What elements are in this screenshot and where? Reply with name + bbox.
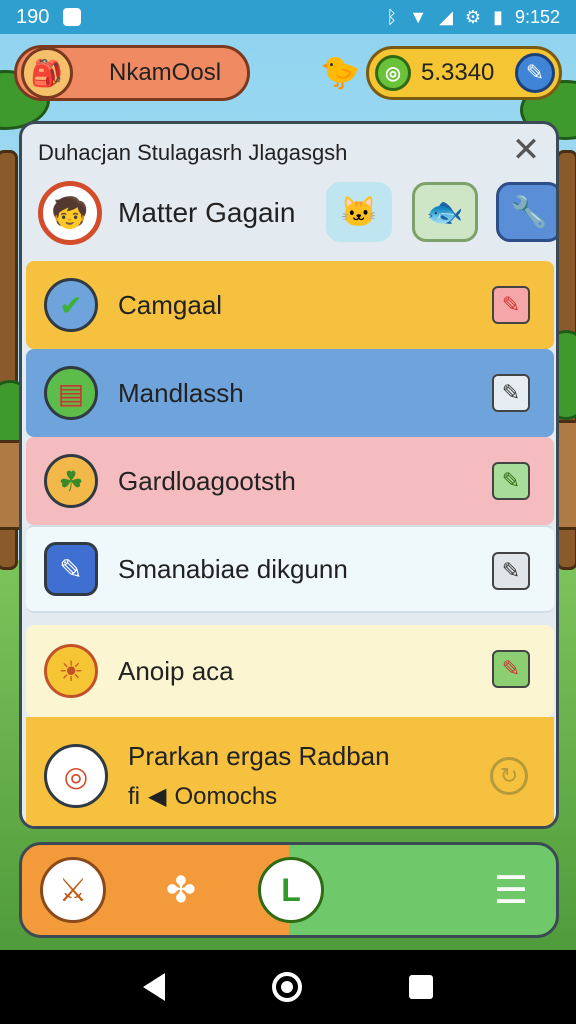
close-icon[interactable]: ✕ <box>508 132 544 168</box>
main-panel: Duhacjan Stulagasrh Jlagasgsh ✕ 🧒 Matter… <box>19 121 559 829</box>
list-item-subtitle: fi ◀ Oomochs <box>128 782 390 811</box>
list-item[interactable]: ✔ Camgaal ✎ <box>26 261 554 349</box>
list-item-label: Mandlassh <box>118 377 244 408</box>
home-circle-icon[interactable] <box>271 972 302 1002</box>
character-avatar-icon: 🧒 <box>38 181 102 245</box>
sun-icon: ☀ <box>44 644 98 698</box>
subtitle-prefix: fi <box>128 782 140 810</box>
list-item-text: Prarkan ergas Radban fi ◀ Oomochs <box>128 741 390 811</box>
signal-icon: ◢ <box>439 6 453 27</box>
list-item[interactable]: ◎ Prarkan ergas Radban fi ◀ Oomochs ↻ <box>26 717 554 826</box>
menu-icon[interactable]: ☰ <box>478 857 544 923</box>
edit-icon[interactable]: ✎ <box>492 462 530 500</box>
add-currency-icon[interactable]: ✎ <box>515 53 555 93</box>
settings-icon: ⚙ <box>464 6 482 27</box>
list-item-label: Anoip aca <box>118 655 234 686</box>
status-time-right: 9:152 <box>514 6 560 27</box>
currency-pill[interactable]: ◎ 5.3340 ✎ <box>366 46 562 100</box>
list-item-title: Prarkan ergas Radban <box>128 741 390 771</box>
jar-icon: ▤ <box>44 366 98 420</box>
bird-icon[interactable]: 🐤 <box>320 52 360 92</box>
player-name: NkamOosl <box>109 59 222 86</box>
list-item[interactable]: ▤ Mandlassh ✎ <box>26 349 554 437</box>
list-item-label: Camgaal <box>118 289 223 320</box>
panel-header: 🧒 Matter Gagain 🐱 🐟 🔧 <box>38 178 556 248</box>
edit-icon[interactable]: ✎ <box>492 286 530 324</box>
puzzle-icon[interactable]: ✤ <box>148 857 214 923</box>
back-icon[interactable] <box>143 973 166 1001</box>
option-list: ✔ Camgaal ✎ ▤ Mandlassh ✎ ☘ Gardloagoots… <box>26 261 554 826</box>
target-icon: ◎ <box>44 744 108 808</box>
list-item-label: Smanabiae dikgunn <box>118 553 348 584</box>
edit-icon[interactable]: ✎ <box>492 374 530 412</box>
list-item[interactable]: ☀ Anoip aca ✎ <box>26 625 554 717</box>
coin-value: 5.3340 <box>421 59 495 86</box>
wifi-icon: ▼ <box>409 6 428 27</box>
bottom-nav: ⚔ ✤ L ☰ <box>19 842 559 938</box>
system-navigation-bar <box>0 950 576 1024</box>
refresh-icon[interactable]: ↻ <box>490 757 528 795</box>
edit-icon[interactable]: ✎ <box>492 650 530 688</box>
battery-icon: ▮ <box>493 6 503 27</box>
status-time-left: 190 <box>16 5 50 28</box>
tools-icon[interactable]: 🔧 <box>496 182 556 242</box>
sword-icon[interactable]: ⚔ <box>40 857 106 923</box>
notification-icon <box>63 8 82 26</box>
checkmark-icon: ✔ <box>44 278 98 332</box>
edit-icon[interactable]: ✎ <box>492 552 530 590</box>
player-profile-pill[interactable]: 🎒 NkamOosl <box>14 45 250 101</box>
cat-icon[interactable]: 🐱 <box>326 182 392 242</box>
panel-title: Duhacjan Stulagasrh Jlagasgsh <box>38 140 348 165</box>
fish-icon[interactable]: 🐟 <box>412 182 478 242</box>
coin-icon: ◎ <box>375 55 411 91</box>
subtitle-text: Oomochs <box>174 782 278 810</box>
notebook-icon: ✎ <box>44 542 98 596</box>
speaker-icon: ◀ <box>148 783 167 810</box>
list-item[interactable]: ☘ Gardloagootsth ✎ <box>26 437 554 525</box>
recent-apps-icon[interactable] <box>408 975 433 999</box>
player-avatar-icon: 🎒 <box>21 47 73 99</box>
list-item-label: Gardloagootsth <box>118 465 296 496</box>
status-bar: 190 ᛒ ▼ ◢ ⚙ ▮ 9:152 <box>0 0 576 34</box>
list-item[interactable]: ✎ Smanabiae dikgunn ✎ <box>26 525 554 613</box>
home-icon[interactable]: L <box>258 857 324 923</box>
header-name: Matter Gagain <box>118 197 296 228</box>
seedling-icon: ☘ <box>44 454 98 508</box>
bluetooth-icon: ᛒ <box>386 6 398 27</box>
